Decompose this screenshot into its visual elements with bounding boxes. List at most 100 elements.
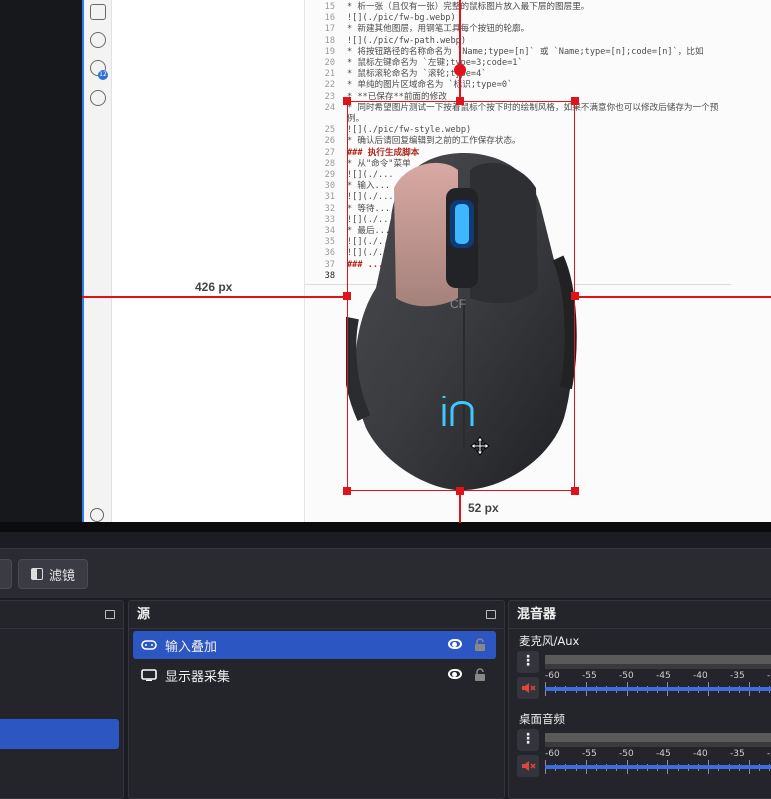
selection-box[interactable] bbox=[347, 101, 575, 491]
rotate-handle[interactable] bbox=[454, 64, 466, 76]
tick-label: -55 bbox=[582, 749, 597, 759]
mute-button[interactable] bbox=[517, 755, 539, 777]
line-number: 33 bbox=[324, 214, 335, 225]
tick-label: -60 bbox=[545, 749, 560, 759]
filter-icon bbox=[31, 568, 43, 580]
tick-label: -50 bbox=[619, 671, 634, 681]
line-number: 17 bbox=[324, 24, 335, 35]
tick-label: -45 bbox=[656, 671, 671, 681]
handle-top-right[interactable] bbox=[571, 97, 579, 105]
mixer-title: 混音器 bbox=[509, 601, 771, 629]
line-number: 31 bbox=[324, 192, 335, 203]
channel-name: 麦克风/Aux bbox=[519, 634, 580, 648]
lock-icon[interactable] bbox=[474, 638, 486, 652]
tick-label: -45 bbox=[656, 749, 671, 759]
git-icon bbox=[90, 32, 106, 48]
line-number: 26 bbox=[324, 136, 335, 147]
source-item-input-overlay[interactable]: 输入叠加 bbox=[133, 631, 496, 659]
line-number: 32 bbox=[324, 203, 335, 214]
timeline-icon bbox=[90, 90, 106, 106]
properties-button[interactable] bbox=[0, 559, 12, 589]
tick-label: -3 bbox=[767, 671, 771, 681]
line-text: * 新建其他图层，用钢笔工具每个按钮的轮廓。 bbox=[347, 24, 530, 35]
scenes-panel bbox=[0, 600, 124, 799]
guide-top bbox=[459, 0, 461, 101]
volume-slider[interactable] bbox=[545, 687, 771, 691]
line-number: 27 bbox=[324, 147, 335, 158]
channel-menu-button[interactable]: ⋮ bbox=[517, 651, 539, 673]
mixer-channel-mic: 麦克风/Aux ⋮ -60 -55 -50 -45 -40 -35 -3 bbox=[517, 633, 771, 703]
line-number: 19 bbox=[324, 46, 335, 57]
undock-icon[interactable] bbox=[486, 610, 496, 619]
speaker-muted-icon bbox=[522, 761, 536, 771]
handle-top[interactable] bbox=[456, 97, 464, 105]
line-number: 35 bbox=[324, 237, 335, 248]
dock-area: 源 输入叠加 显示器采集 混音器 麦克风/Aux ⋮ -60 -55 -50 -… bbox=[0, 600, 771, 799]
source-label: 输入叠加 bbox=[165, 639, 218, 655]
gamepad-icon bbox=[141, 640, 157, 650]
line-text: * 单纯的图片区域命名为 `标识;type=0` bbox=[347, 80, 513, 91]
source-item-display-capture[interactable]: 显示器采集 bbox=[133, 661, 496, 689]
line-text: * 析一张（且仅有一张）完整的鼠标图片放入最下层的图层里。 bbox=[347, 2, 590, 12]
sources-title: 源 bbox=[129, 601, 504, 629]
line-number: 38 bbox=[324, 270, 335, 281]
channel-menu-button[interactable]: ⋮ bbox=[517, 729, 539, 751]
remote-icon bbox=[90, 4, 106, 20]
line-number: 25 bbox=[324, 125, 335, 136]
line-number: 16 bbox=[324, 13, 335, 24]
preview-toolbar: 滤镜 bbox=[0, 548, 771, 598]
mixer-panel: 混音器 麦克风/Aux ⋮ -60 -55 -50 -45 -40 -35 -3 桌面音频 … bbox=[508, 600, 771, 799]
tick-label: -50 bbox=[619, 749, 634, 759]
handle-top-left[interactable] bbox=[343, 97, 351, 105]
line-number: 37 bbox=[324, 259, 335, 270]
tick-label: -40 bbox=[693, 749, 708, 759]
tick-label: -35 bbox=[730, 749, 745, 759]
line-number: 29 bbox=[324, 170, 335, 180]
move-cursor-icon bbox=[470, 436, 490, 456]
guide-bottom bbox=[459, 493, 461, 523]
line-number: 18 bbox=[324, 35, 335, 46]
bottom-distance-label: 52 px bbox=[468, 501, 499, 515]
handle-left[interactable] bbox=[343, 292, 351, 300]
preview-margin bbox=[0, 0, 82, 532]
editor-edge bbox=[82, 0, 84, 532]
monitor-icon bbox=[141, 669, 157, 681]
obs-window: 12 15 * 析一张（且仅有一张）完整的鼠标图片放入最下层的图层里。 16 ![](… bbox=[0, 0, 771, 799]
visibility-icon[interactable] bbox=[448, 639, 462, 649]
filters-button[interactable]: 滤镜 bbox=[18, 559, 88, 589]
volume-meter bbox=[545, 733, 771, 742]
handle-bottom-left[interactable] bbox=[343, 487, 351, 495]
tick-label: -60 bbox=[545, 671, 560, 681]
channel-name: 桌面音频 bbox=[519, 712, 565, 726]
undock-icon[interactable] bbox=[105, 610, 115, 619]
source-label: 显示器采集 bbox=[165, 669, 231, 685]
volume-meter bbox=[545, 655, 771, 664]
preview-canvas[interactable]: 12 15 * 析一张（且仅有一张）完整的鼠标图片放入最下层的图层里。 16 ![](… bbox=[0, 0, 771, 532]
volume-meter-peak bbox=[545, 742, 771, 747]
tick-label: -55 bbox=[582, 671, 597, 681]
preview-bottom-edge bbox=[0, 522, 771, 532]
line-number: 24 bbox=[324, 102, 335, 113]
line-number: 34 bbox=[324, 226, 335, 236]
line-number: 15 bbox=[324, 2, 335, 12]
activity-bar: 12 bbox=[84, 0, 112, 522]
volume-slider[interactable] bbox=[545, 765, 771, 769]
handle-right[interactable] bbox=[571, 292, 579, 300]
mixer-channel-desktop: 桌面音频 ⋮ -60 -55 -50 -45 -40 -35 -3 bbox=[517, 711, 771, 781]
count-badge: 12 bbox=[98, 70, 108, 80]
lock-icon[interactable] bbox=[474, 668, 486, 682]
scene-item-selected[interactable] bbox=[0, 719, 119, 749]
speaker-muted-icon bbox=[522, 683, 536, 693]
filters-label: 滤镜 bbox=[49, 568, 76, 584]
visibility-icon[interactable] bbox=[448, 669, 462, 679]
line-text: * 将按钮路径的名称命名为 `Name;type=[n]` 或 `Name;ty… bbox=[347, 46, 704, 57]
line-text: * 鼠标左键命名为 `左键;type=3;code=1` bbox=[347, 58, 523, 68]
line-number: 20 bbox=[324, 58, 335, 68]
line-number: 22 bbox=[324, 80, 335, 91]
mute-button[interactable] bbox=[517, 677, 539, 699]
handle-bottom[interactable] bbox=[456, 487, 464, 495]
line-text: ![](./pic/fw-path.webp) bbox=[347, 35, 466, 46]
line-number: 28 bbox=[324, 158, 335, 169]
editor-gutter bbox=[112, 0, 304, 522]
handle-bottom-right[interactable] bbox=[571, 487, 579, 495]
